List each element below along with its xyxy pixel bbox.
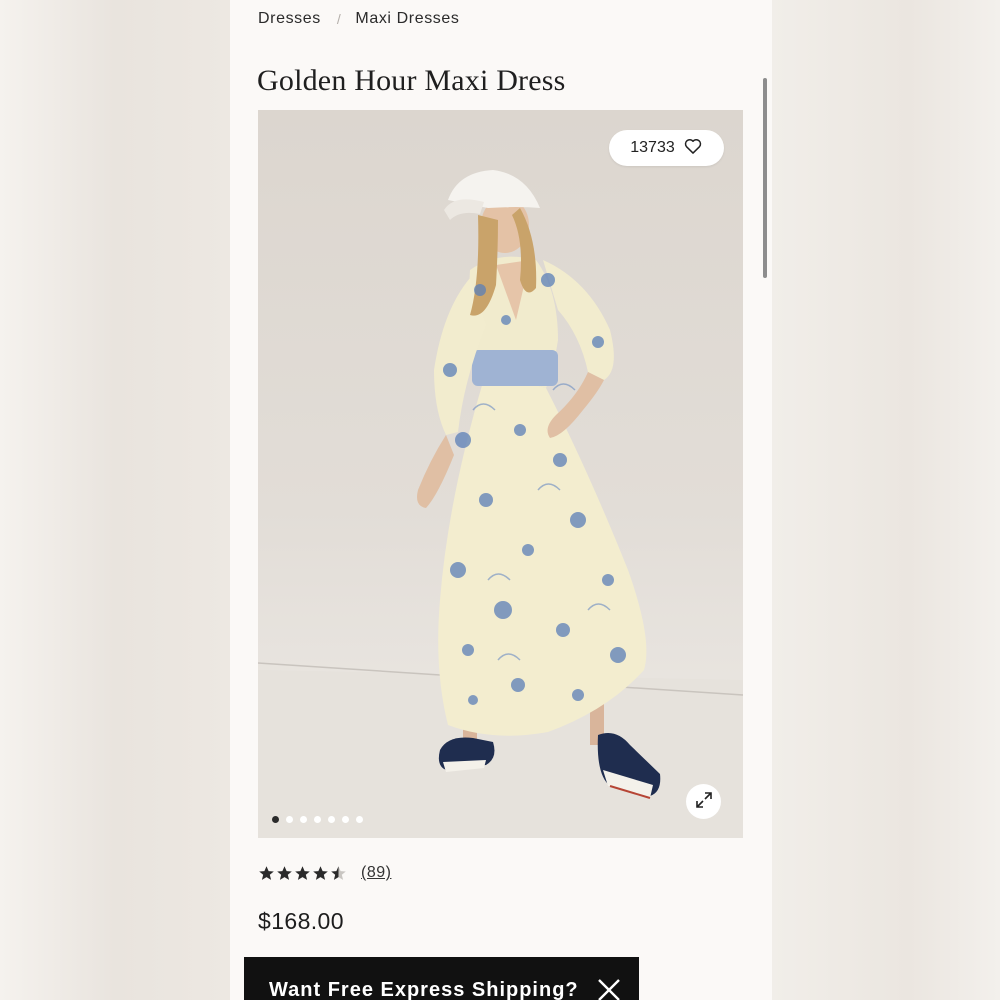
heart-icon	[683, 136, 703, 161]
breadcrumb: Dresses / Maxi Dresses	[258, 8, 460, 30]
breadcrumb-item-dresses[interactable]: Dresses	[258, 10, 321, 28]
star-icon	[331, 865, 346, 880]
shipping-banner[interactable]: Want Free Express Shipping?	[244, 957, 639, 1000]
gallery-dot[interactable]	[314, 816, 321, 823]
star-rating	[258, 865, 347, 882]
star-icon	[277, 865, 292, 880]
gallery-pagination	[272, 816, 363, 823]
breadcrumb-separator: /	[336, 11, 342, 27]
background-left	[0, 0, 230, 1000]
reviews-link[interactable]: (89)	[361, 864, 391, 882]
gallery-dot[interactable]	[342, 816, 349, 823]
star-icon	[313, 865, 328, 880]
star-icon	[259, 865, 274, 880]
banner-close-button[interactable]	[595, 977, 623, 1000]
gallery-dot[interactable]	[356, 816, 363, 823]
expand-icon	[694, 790, 714, 813]
product-image[interactable]: 13733	[258, 110, 743, 838]
gallery-dot[interactable]	[328, 816, 335, 823]
star-icon	[295, 865, 310, 880]
gallery-dot[interactable]	[272, 816, 279, 823]
scrollbar[interactable]	[763, 78, 767, 278]
product-page: Dresses / Maxi Dresses Golden Hour Maxi …	[230, 0, 772, 1000]
product-title: Golden Hour Maxi Dress	[257, 64, 566, 97]
background-right	[772, 0, 1000, 1000]
product-photo-illustration	[258, 170, 743, 838]
gallery-dot[interactable]	[286, 816, 293, 823]
breadcrumb-item-maxi-dresses[interactable]: Maxi Dresses	[355, 10, 459, 28]
close-icon	[596, 979, 622, 1000]
rating-row: (89)	[258, 864, 391, 882]
product-price: $168.00	[258, 908, 344, 934]
gallery-dot[interactable]	[300, 816, 307, 823]
favorite-button[interactable]: 13733	[609, 130, 724, 166]
favorite-count: 13733	[630, 139, 675, 156]
shipping-banner-text: Want Free Express Shipping?	[269, 979, 579, 1000]
expand-image-button[interactable]	[686, 784, 721, 819]
